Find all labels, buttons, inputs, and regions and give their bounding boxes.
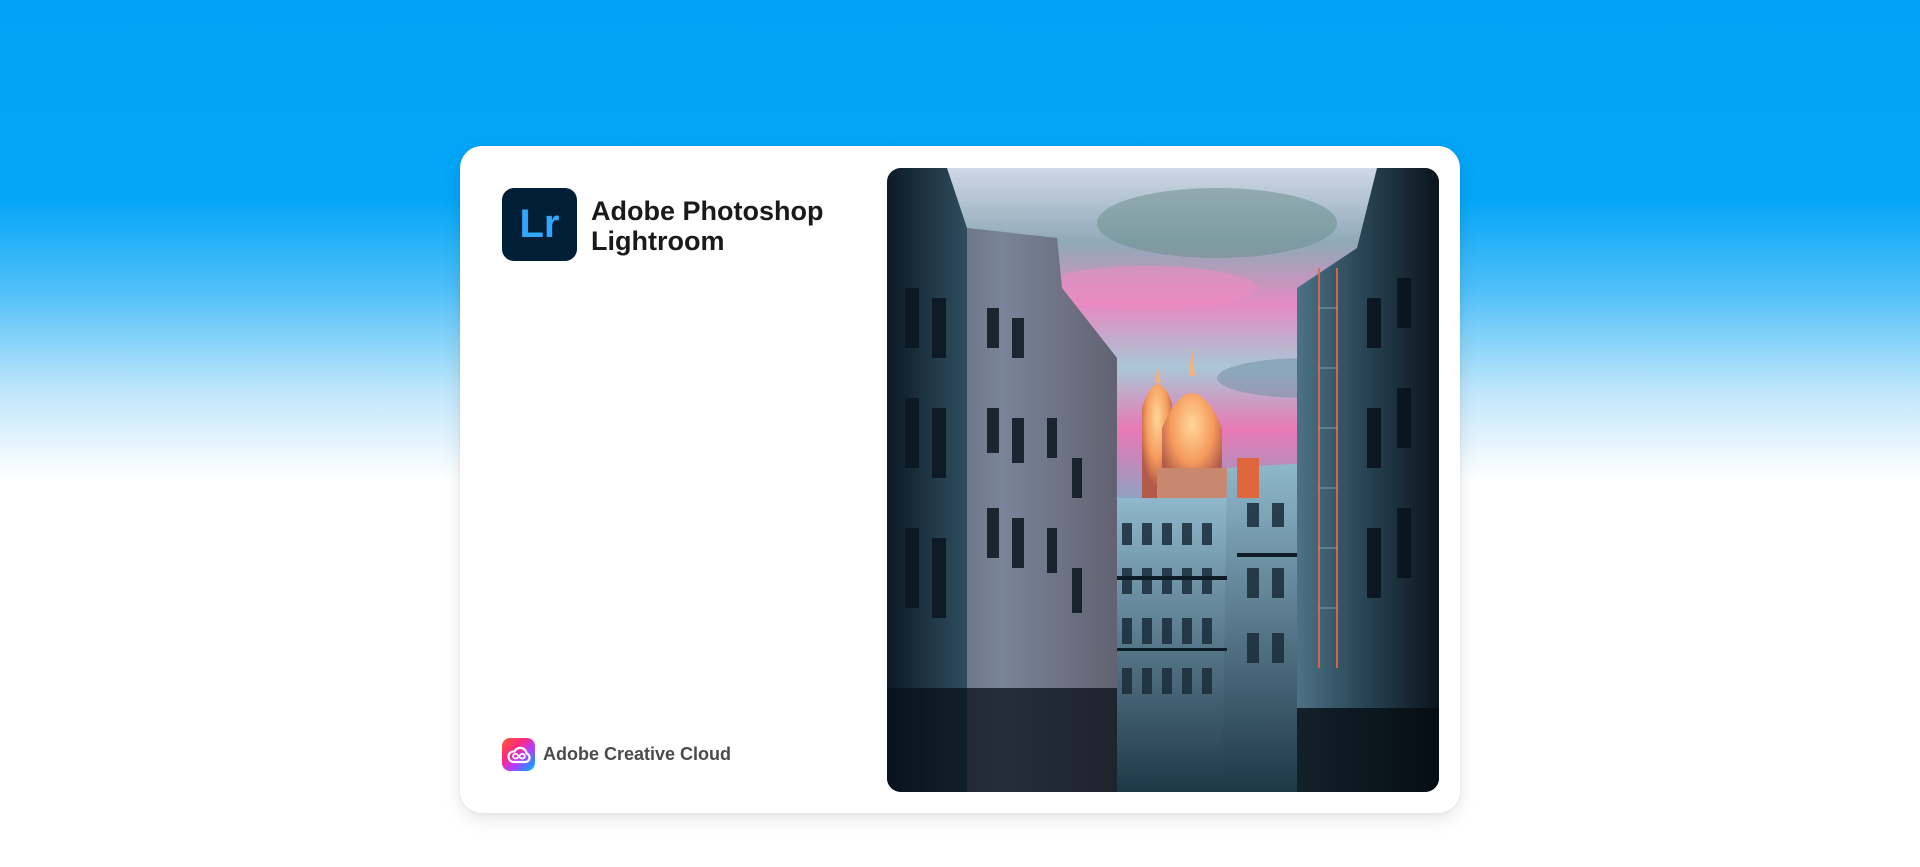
creative-cloud-label: Adobe Creative Cloud <box>543 744 732 764</box>
splash-screen: Lr Adobe Photoshop Lightroom Adobe Creat… <box>460 146 1460 813</box>
lightroom-logo-icon: Lr <box>502 188 577 261</box>
hero-photo <box>887 168 1439 792</box>
creative-cloud-brand: Adobe Creative Cloud <box>502 738 731 771</box>
paris-street-photo <box>887 168 1439 792</box>
product-title-line2: Lightroom <box>591 226 725 256</box>
lightroom-logo-mark: Lr <box>519 202 560 246</box>
product-title-line1: Adobe Photoshop <box>591 196 824 226</box>
creative-cloud-icon <box>502 738 535 771</box>
product-title: Adobe Photoshop Lightroom <box>591 196 823 256</box>
